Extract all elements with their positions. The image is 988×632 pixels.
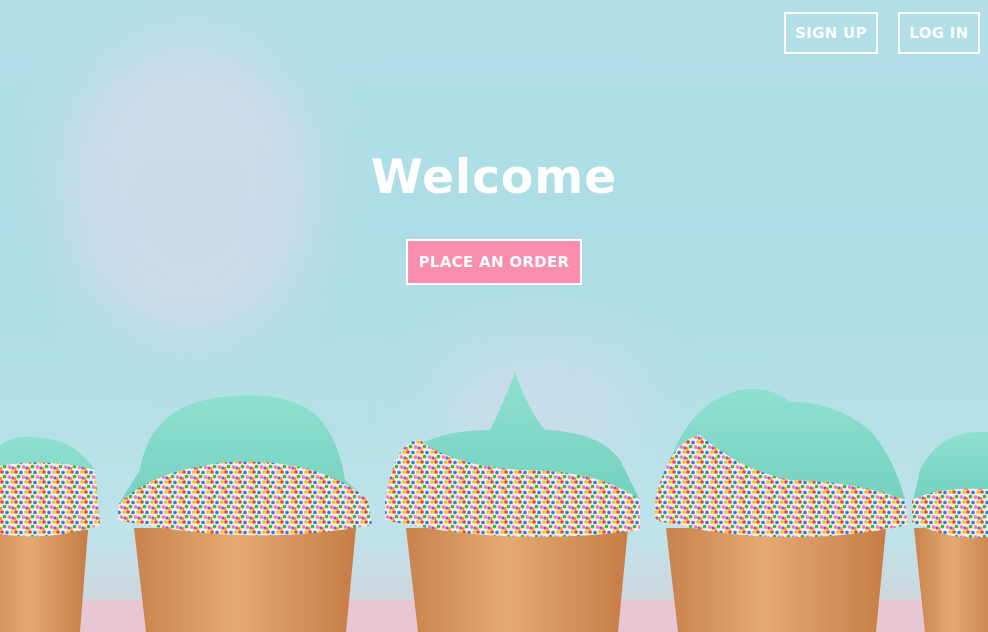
hero-section: Welcome PLACE AN ORDER: [0, 0, 988, 632]
cupcake: [385, 372, 640, 632]
sign-up-button[interactable]: SIGN UP: [784, 12, 878, 54]
hero-image: [0, 372, 988, 632]
log-in-button[interactable]: LOG IN: [898, 12, 980, 54]
page-title: Welcome: [370, 150, 618, 205]
cupcake: [118, 395, 372, 632]
cupcake: [912, 431, 988, 632]
cupcake: [655, 388, 908, 632]
place-order-button[interactable]: PLACE AN ORDER: [406, 239, 582, 285]
